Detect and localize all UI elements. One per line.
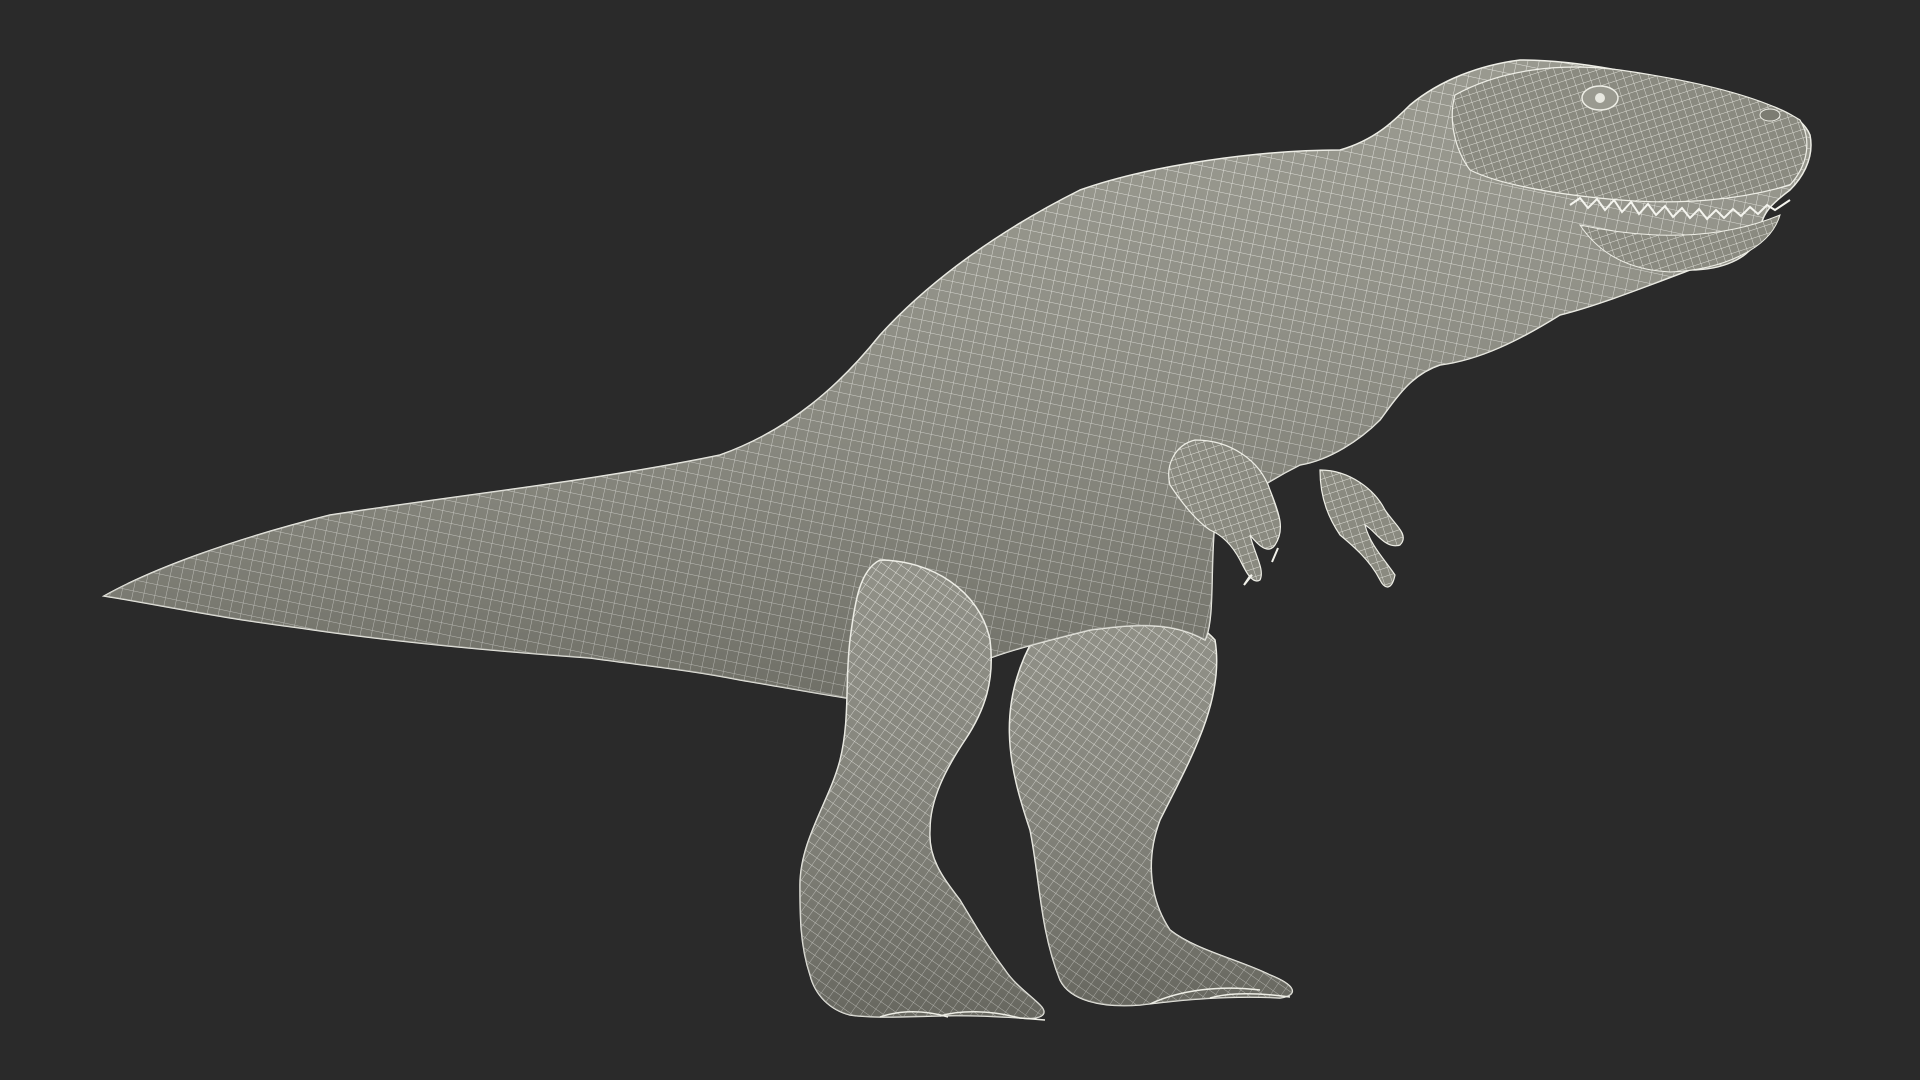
t-rex-wireframe-model: [0, 0, 1920, 1080]
nostril: [1759, 108, 1781, 122]
render-viewport: [0, 0, 1920, 1080]
